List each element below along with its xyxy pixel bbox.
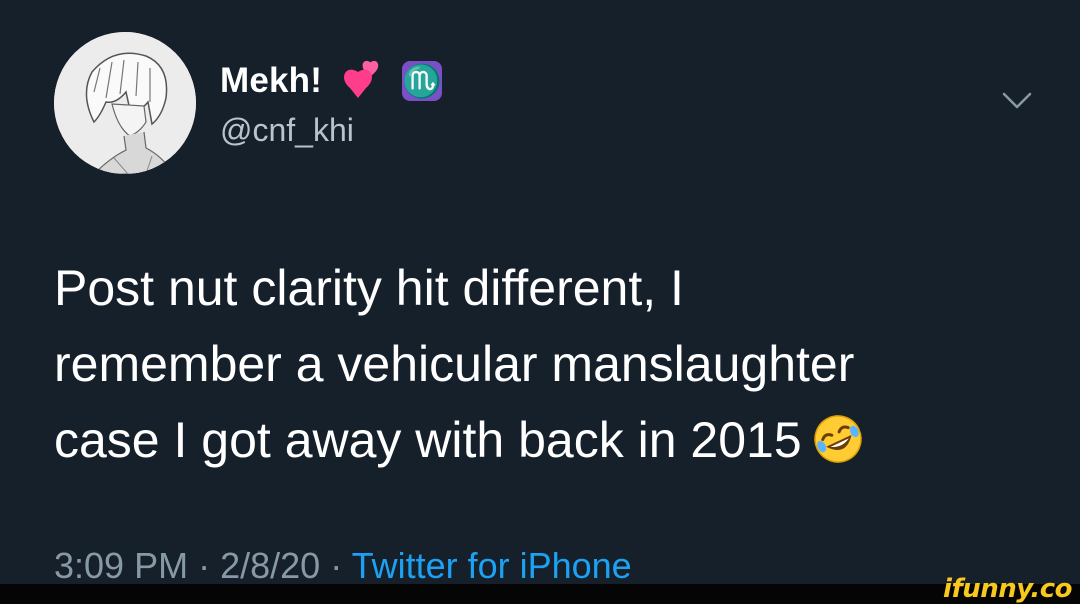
avatar[interactable]: [54, 32, 196, 174]
author-name-row: Mekh! ♏: [220, 58, 443, 104]
avatar-illustration: [54, 32, 196, 174]
tweet-time[interactable]: 3:09 PM: [54, 545, 188, 586]
tweet-text-line-last: case I got away with back in 2015: [54, 402, 1014, 478]
display-name[interactable]: Mekh!: [220, 61, 322, 101]
tweet-text: Post nut clarity hit different, I rememb…: [54, 250, 1014, 478]
meta-separator: ·: [330, 545, 343, 586]
two-hearts-icon: [344, 60, 379, 98]
chevron-down-icon[interactable]: [1000, 90, 1034, 112]
tweet-meta: 3:09 PM · 2/8/20 · Twitter for iPhone: [54, 545, 632, 587]
watermark-bar: [0, 584, 1080, 604]
scorpio-icon: ♏: [402, 61, 443, 101]
tweet-source-link[interactable]: Twitter for iPhone: [352, 545, 632, 586]
meta-separator: ·: [198, 545, 211, 586]
tweet-date[interactable]: 2/8/20: [220, 545, 320, 586]
tweet-text-line: case I got away with back in 2015: [54, 412, 802, 468]
tweet-text-line: remember a vehicular manslaughter: [54, 336, 855, 392]
tweet-text-line: Post nut clarity hit different, I: [54, 260, 684, 316]
ifunny-watermark: ifunny.co: [943, 574, 1072, 604]
username-handle[interactable]: @cnf_khi: [220, 112, 354, 149]
rofl-emoji-icon: [813, 415, 862, 463]
